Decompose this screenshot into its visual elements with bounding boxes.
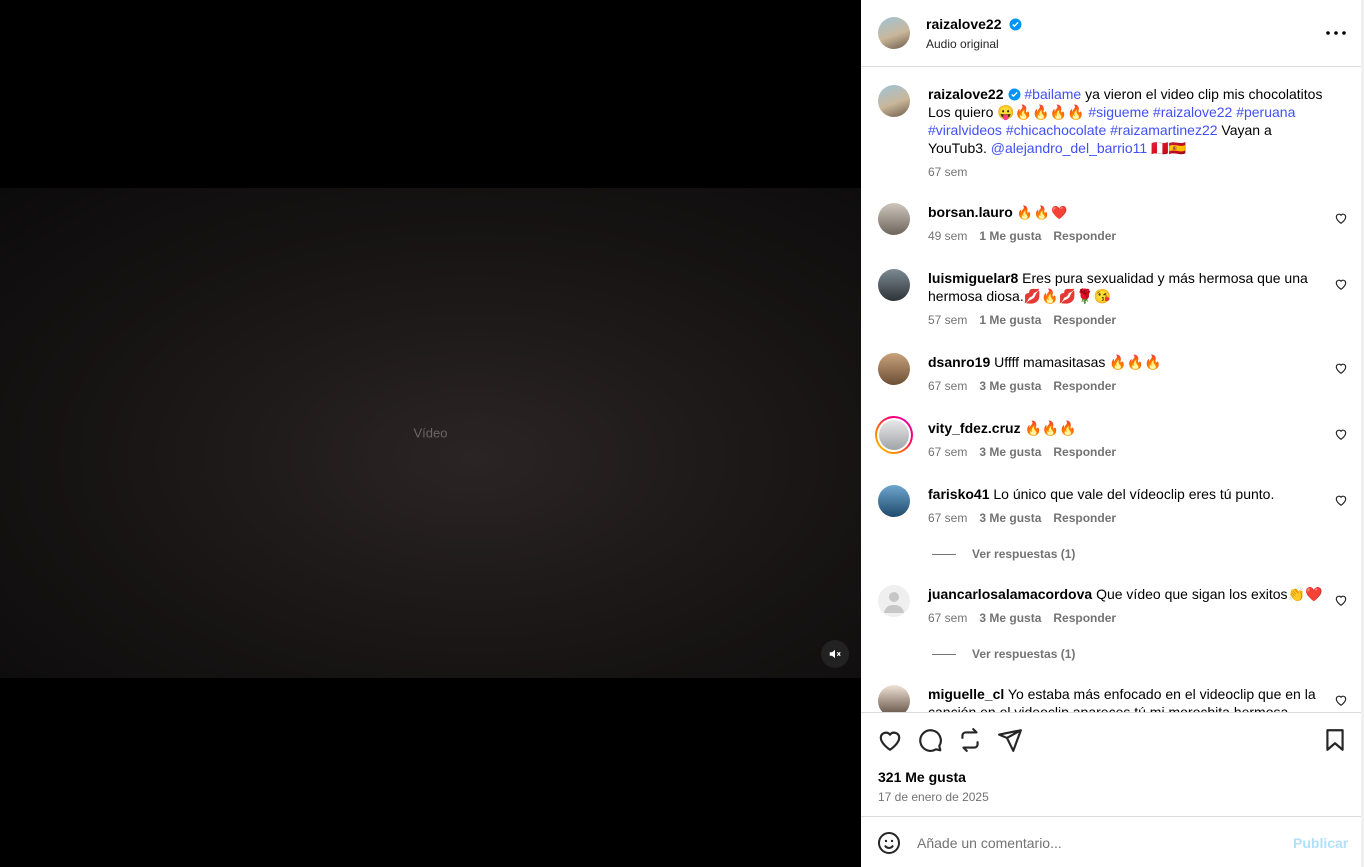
comment-time: 49 sem	[928, 229, 968, 243]
caption-hashtag-link[interactable]: #raizamartinez22	[1110, 122, 1217, 138]
commenter-avatar[interactable]	[878, 485, 910, 517]
like-comment-heart-icon[interactable]	[1334, 427, 1348, 441]
comment-username[interactable]: dsanro19	[928, 354, 990, 370]
like-comment-heart-icon[interactable]	[1334, 593, 1348, 607]
video-placeholder-label: Vídeo	[413, 425, 448, 441]
post-actions-bar: 321 Me gusta 17 de enero de 2025	[861, 712, 1361, 815]
save-bookmark-icon[interactable]	[1322, 727, 1348, 753]
comment-time: 67 sem	[928, 611, 968, 625]
more-options-icon[interactable]	[1324, 24, 1348, 42]
author-username[interactable]: raizalove22	[926, 16, 1002, 32]
caption-hashtag-link[interactable]: #chicachocolate	[1006, 122, 1106, 138]
post-side-panel: raizalove22 Audio original raizalove22 #…	[861, 0, 1361, 867]
caption-hashtag-link[interactable]: #viralvideos	[928, 122, 1002, 138]
caption-text: raizalove22 #bailame ya vieron el video …	[928, 85, 1328, 157]
comment-time: 57 sem	[928, 313, 968, 327]
audio-label[interactable]: Audio original	[926, 37, 999, 51]
comment-time: 67 sem	[928, 379, 968, 393]
reply-button[interactable]: Responder	[1053, 511, 1116, 525]
comment-time: 67 sem	[928, 445, 968, 459]
comment-bubble-icon[interactable]	[917, 727, 943, 753]
caption-text-segment: 🇵🇪🇪🇸	[1147, 140, 1186, 156]
like-comment-heart-icon[interactable]	[1334, 493, 1348, 507]
default-profile-icon	[884, 592, 904, 613]
comment-username[interactable]: vity_fdez.cruz	[928, 420, 1021, 436]
verified-badge-icon	[1009, 18, 1022, 31]
caption-hashtag-link[interactable]: #peruana	[1236, 104, 1295, 120]
comment-input[interactable]	[917, 831, 1267, 855]
view-replies-button[interactable]: Ver respuestas (1)	[932, 547, 1075, 561]
commenter-avatar[interactable]	[878, 269, 910, 301]
comment-likes[interactable]: 1 Me gusta	[979, 313, 1041, 327]
like-comment-heart-icon[interactable]	[1334, 211, 1348, 225]
reply-button[interactable]: Responder	[1053, 379, 1116, 393]
caption-hashtag-link[interactable]: #raizalove22	[1153, 104, 1232, 120]
view-replies-label[interactable]: Ver respuestas (1)	[972, 647, 1075, 661]
comment-likes[interactable]: 3 Me gusta	[979, 445, 1041, 459]
comment-username[interactable]: borsan.lauro	[928, 204, 1013, 220]
reply-button[interactable]: Responder	[1053, 611, 1116, 625]
author-avatar[interactable]	[878, 17, 910, 49]
comment-username[interactable]: luismiguelar8	[928, 270, 1018, 286]
caption-hashtag-link[interactable]: #bailame	[1024, 86, 1081, 102]
comment-username[interactable]: juancarlosalamacordova	[928, 586, 1092, 602]
comment-text: 🔥🔥🔥	[1024, 420, 1077, 436]
commenter-avatar[interactable]	[878, 203, 910, 235]
comment-text: Uffff mamasitasas 🔥🔥🔥	[994, 354, 1162, 370]
comment-likes[interactable]: 3 Me gusta	[979, 611, 1041, 625]
like-comment-heart-icon[interactable]	[1334, 693, 1348, 707]
speaker-muted-icon	[829, 649, 841, 659]
media-area: Vídeo	[0, 0, 861, 867]
share-send-icon[interactable]	[997, 727, 1023, 753]
commenter-avatar[interactable]	[878, 353, 910, 385]
comment-text: 🔥🔥❤️	[1016, 205, 1069, 220]
commenter-avatar-default[interactable]	[878, 585, 910, 617]
comment-text: Que vídeo que sigan los exitos👏❤️	[1096, 586, 1323, 602]
post-header: raizalove22 Audio original	[861, 0, 1361, 67]
comment-username[interactable]: miguelle_cl	[928, 686, 1004, 702]
comment-username[interactable]: farisko41	[928, 486, 989, 502]
view-replies-button[interactable]: Ver respuestas (1)	[932, 647, 1075, 661]
like-comment-heart-icon[interactable]	[1334, 277, 1348, 291]
caption-username[interactable]: raizalove22	[928, 86, 1004, 102]
verified-badge-icon	[1008, 88, 1020, 101]
caption-hashtag-link[interactable]: #sigueme	[1088, 104, 1149, 120]
caption-hashtag-link[interactable]: @alejandro_del_barrio11	[991, 140, 1147, 156]
like-heart-icon[interactable]	[877, 727, 903, 753]
caption-time: 67 sem	[928, 165, 968, 179]
repost-icon[interactable]	[957, 727, 983, 753]
caption-avatar[interactable]	[878, 85, 910, 117]
like-comment-heart-icon[interactable]	[1334, 361, 1348, 375]
reply-button[interactable]: Responder	[1053, 445, 1116, 459]
comment-likes[interactable]: 1 Me gusta	[979, 229, 1041, 243]
likes-count[interactable]: 321 Me gusta	[878, 769, 966, 785]
comment-time: 67 sem	[928, 511, 968, 525]
post-date: 17 de enero de 2025	[878, 790, 989, 804]
publish-button[interactable]: Publicar	[1293, 835, 1348, 851]
commenter-avatar[interactable]	[878, 685, 910, 712]
comment-likes[interactable]: 3 Me gusta	[979, 379, 1041, 393]
view-replies-label[interactable]: Ver respuestas (1)	[972, 547, 1075, 561]
mute-button[interactable]	[821, 640, 849, 668]
comment-composer: Publicar	[861, 816, 1361, 867]
comment-likes[interactable]: 3 Me gusta	[979, 511, 1041, 525]
video-player[interactable]: Vídeo	[0, 188, 861, 678]
reply-button[interactable]: Responder	[1053, 313, 1116, 327]
comments-list[interactable]: raizalove22 #bailame ya vieron el video …	[861, 68, 1361, 712]
commenter-avatar-story-ring[interactable]	[875, 416, 913, 454]
reply-button[interactable]: Responder	[1053, 229, 1116, 243]
comment-text: Lo único que vale del vídeoclip eres tú …	[993, 486, 1275, 502]
emoji-smiley-icon[interactable]	[877, 831, 901, 855]
